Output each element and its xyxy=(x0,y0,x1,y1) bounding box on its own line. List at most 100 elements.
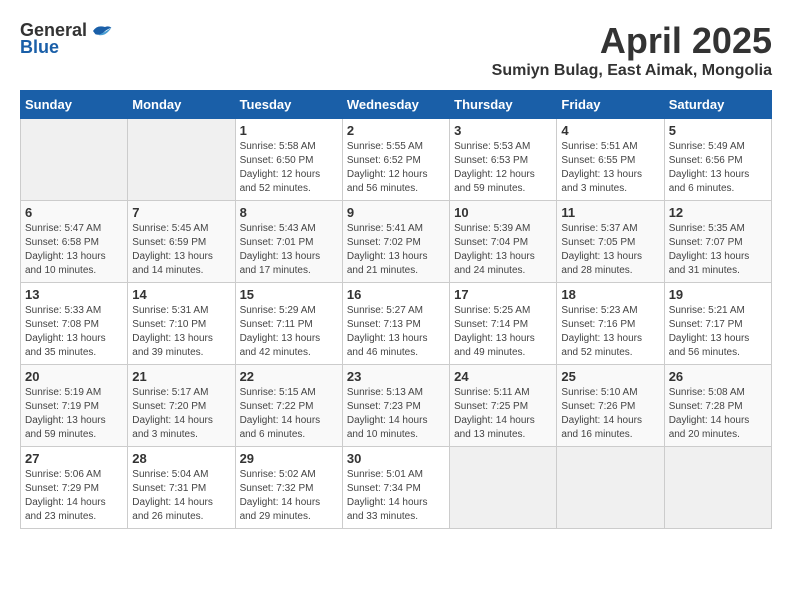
day-info: Sunrise: 5:39 AMSunset: 7:04 PMDaylight:… xyxy=(454,222,552,278)
calendar-cell: 26 Sunrise: 5:08 AMSunset: 7:28 PMDayligh… xyxy=(664,365,771,447)
calendar-cell: 4 Sunrise: 5:51 AMSunset: 6:55 PMDaylight… xyxy=(557,119,664,201)
day-header-tuesday: Tuesday xyxy=(235,91,342,119)
day-number: 17 xyxy=(454,287,552,302)
day-number: 13 xyxy=(25,287,123,302)
day-number: 22 xyxy=(240,369,338,384)
day-number: 2 xyxy=(347,123,445,138)
day-header-saturday: Saturday xyxy=(664,91,771,119)
title-section: April 2025 Sumiyn Bulag, East Aimak, Mon… xyxy=(492,20,772,80)
day-number: 3 xyxy=(454,123,552,138)
day-header-friday: Friday xyxy=(557,91,664,119)
day-info: Sunrise: 5:08 AMSunset: 7:28 PMDaylight:… xyxy=(669,386,767,442)
day-number: 25 xyxy=(561,369,659,384)
day-number: 29 xyxy=(240,451,338,466)
day-info: Sunrise: 5:02 AMSunset: 7:32 PMDaylight:… xyxy=(240,468,338,524)
day-number: 24 xyxy=(454,369,552,384)
day-info: Sunrise: 5:15 AMSunset: 7:22 PMDaylight:… xyxy=(240,386,338,442)
day-number: 7 xyxy=(132,205,230,220)
calendar-cell xyxy=(664,447,771,529)
day-number: 14 xyxy=(132,287,230,302)
calendar-cell: 5 Sunrise: 5:49 AMSunset: 6:56 PMDaylight… xyxy=(664,119,771,201)
calendar-cell: 3 Sunrise: 5:53 AMSunset: 6:53 PMDaylight… xyxy=(450,119,557,201)
calendar-cell: 7 Sunrise: 5:45 AMSunset: 6:59 PMDaylight… xyxy=(128,201,235,283)
day-number: 1 xyxy=(240,123,338,138)
calendar-cell: 10 Sunrise: 5:39 AMSunset: 7:04 PMDayligh… xyxy=(450,201,557,283)
day-info: Sunrise: 5:29 AMSunset: 7:11 PMDaylight:… xyxy=(240,304,338,360)
day-header-thursday: Thursday xyxy=(450,91,557,119)
day-info: Sunrise: 5:47 AMSunset: 6:58 PMDaylight:… xyxy=(25,222,123,278)
calendar-cell: 23Sunrise: 5:13 AMSunset: 7:23 PMDayligh… xyxy=(342,365,449,447)
day-info: Sunrise: 5:10 AMSunset: 7:26 PMDaylight:… xyxy=(561,386,659,442)
day-info: Sunrise: 5:27 AMSunset: 7:13 PMDaylight:… xyxy=(347,304,445,360)
calendar-cell: 15 Sunrise: 5:29 AMSunset: 7:11 PMDayligh… xyxy=(235,283,342,365)
day-header-wednesday: Wednesday xyxy=(342,91,449,119)
day-number: 4 xyxy=(561,123,659,138)
day-number: 8 xyxy=(240,205,338,220)
day-info: Sunrise: 5:49 AMSunset: 6:56 PMDaylight:… xyxy=(669,140,767,196)
logo-bird-icon xyxy=(89,21,113,41)
calendar-cell: 29 Sunrise: 5:02 AMSunset: 7:32 PMDayligh… xyxy=(235,447,342,529)
day-number: 16 xyxy=(347,287,445,302)
calendar-subtitle: Sumiyn Bulag, East Aimak, Mongolia xyxy=(492,62,772,80)
calendar-week-row: 20 Sunrise: 5:19 AMSunset: 7:19 PMDayligh… xyxy=(21,365,772,447)
calendar-cell: 16 Sunrise: 5:27 AMSunset: 7:13 PMDayligh… xyxy=(342,283,449,365)
calendar-cell: 24Sunrise: 5:11 AMSunset: 7:25 PMDayligh… xyxy=(450,365,557,447)
day-number: 21 xyxy=(132,369,230,384)
calendar-cell: 11 Sunrise: 5:37 AMSunset: 7:05 PMDayligh… xyxy=(557,201,664,283)
day-info: Sunrise: 5:06 AMSunset: 7:29 PMDaylight:… xyxy=(25,468,123,524)
day-info: Sunrise: 5:55 AMSunset: 6:52 PMDaylight:… xyxy=(347,140,445,196)
day-number: 18 xyxy=(561,287,659,302)
day-info: Sunrise: 5:19 AMSunset: 7:19 PMDaylight:… xyxy=(25,386,123,442)
day-number: 9 xyxy=(347,205,445,220)
day-info: Sunrise: 5:31 AMSunset: 7:10 PMDaylight:… xyxy=(132,304,230,360)
day-info: Sunrise: 5:53 AMSunset: 6:53 PMDaylight:… xyxy=(454,140,552,196)
calendar-header-row: SundayMondayTuesdayWednesdayThursdayFrid… xyxy=(21,91,772,119)
day-header-monday: Monday xyxy=(128,91,235,119)
day-number: 20 xyxy=(25,369,123,384)
logo: General Blue xyxy=(20,20,113,58)
calendar-cell: 27 Sunrise: 5:06 AMSunset: 7:29 PMDayligh… xyxy=(21,447,128,529)
day-number: 12 xyxy=(669,205,767,220)
calendar-cell: 8 Sunrise: 5:43 AMSunset: 7:01 PMDaylight… xyxy=(235,201,342,283)
calendar-cell: 1Sunrise: 5:58 AMSunset: 6:50 PMDaylight… xyxy=(235,119,342,201)
calendar-cell: 22 Sunrise: 5:15 AMSunset: 7:22 PMDayligh… xyxy=(235,365,342,447)
calendar-week-row: 1Sunrise: 5:58 AMSunset: 6:50 PMDaylight… xyxy=(21,119,772,201)
day-info: Sunrise: 5:35 AMSunset: 7:07 PMDaylight:… xyxy=(669,222,767,278)
day-number: 5 xyxy=(669,123,767,138)
day-number: 27 xyxy=(25,451,123,466)
calendar-cell: 25 Sunrise: 5:10 AMSunset: 7:26 PMDayligh… xyxy=(557,365,664,447)
day-info: Sunrise: 5:23 AMSunset: 7:16 PMDaylight:… xyxy=(561,304,659,360)
calendar-cell: 17 Sunrise: 5:25 AMSunset: 7:14 PMDayligh… xyxy=(450,283,557,365)
calendar-week-row: 27 Sunrise: 5:06 AMSunset: 7:29 PMDayligh… xyxy=(21,447,772,529)
calendar-week-row: 13 Sunrise: 5:33 AMSunset: 7:08 PMDayligh… xyxy=(21,283,772,365)
day-number: 28 xyxy=(132,451,230,466)
calendar-cell: 12 Sunrise: 5:35 AMSunset: 7:07 PMDayligh… xyxy=(664,201,771,283)
day-number: 19 xyxy=(669,287,767,302)
day-info: Sunrise: 5:25 AMSunset: 7:14 PMDaylight:… xyxy=(454,304,552,360)
calendar-cell xyxy=(557,447,664,529)
day-number: 26 xyxy=(669,369,767,384)
day-number: 10 xyxy=(454,205,552,220)
day-info: Sunrise: 5:51 AMSunset: 6:55 PMDaylight:… xyxy=(561,140,659,196)
day-info: Sunrise: 5:33 AMSunset: 7:08 PMDaylight:… xyxy=(25,304,123,360)
calendar-cell: 21Sunrise: 5:17 AMSunset: 7:20 PMDayligh… xyxy=(128,365,235,447)
calendar-cell: 28Sunrise: 5:04 AMSunset: 7:31 PMDayligh… xyxy=(128,447,235,529)
day-number: 6 xyxy=(25,205,123,220)
day-info: Sunrise: 5:43 AMSunset: 7:01 PMDaylight:… xyxy=(240,222,338,278)
calendar-week-row: 6 Sunrise: 5:47 AMSunset: 6:58 PMDaylight… xyxy=(21,201,772,283)
calendar-title: April 2025 xyxy=(492,20,772,62)
calendar-cell xyxy=(128,119,235,201)
calendar-cell xyxy=(450,447,557,529)
day-number: 11 xyxy=(561,205,659,220)
calendar-cell: 9Sunrise: 5:41 AMSunset: 7:02 PMDaylight… xyxy=(342,201,449,283)
calendar-cell: 14 Sunrise: 5:31 AMSunset: 7:10 PMDayligh… xyxy=(128,283,235,365)
day-info: Sunrise: 5:37 AMSunset: 7:05 PMDaylight:… xyxy=(561,222,659,278)
page-header: General Blue April 2025 Sumiyn Bulag, Ea… xyxy=(20,20,772,80)
calendar-cell xyxy=(21,119,128,201)
calendar-cell: 2 Sunrise: 5:55 AMSunset: 6:52 PMDaylight… xyxy=(342,119,449,201)
day-info: Sunrise: 5:45 AMSunset: 6:59 PMDaylight:… xyxy=(132,222,230,278)
day-info: Sunrise: 5:13 AMSunset: 7:23 PMDaylight:… xyxy=(347,386,445,442)
calendar-cell: 20 Sunrise: 5:19 AMSunset: 7:19 PMDayligh… xyxy=(21,365,128,447)
calendar-cell: 6 Sunrise: 5:47 AMSunset: 6:58 PMDaylight… xyxy=(21,201,128,283)
day-number: 15 xyxy=(240,287,338,302)
